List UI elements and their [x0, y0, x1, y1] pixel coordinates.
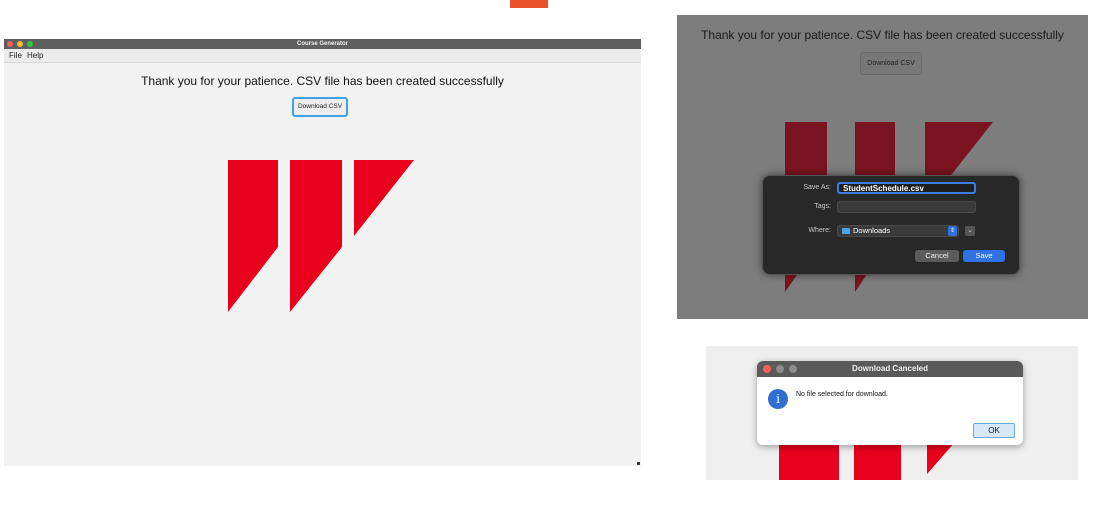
alert-title-bar: Download Canceled: [757, 361, 1023, 377]
where-select-chevron-icon[interactable]: ⇕: [948, 226, 957, 236]
logo-icon: [228, 160, 414, 312]
menu-help[interactable]: Help: [27, 49, 43, 62]
orange-accent-shape: [510, 0, 548, 8]
success-message: Thank you for your patience. CSV file ha…: [141, 74, 504, 88]
canceled-dialog-screenshot: Download Canceled i No file selected for…: [706, 346, 1078, 480]
save-file-dialog: Save As: StudentSchedule.csv Tags: Where…: [762, 175, 1020, 275]
alert-title: Download Canceled: [851, 364, 928, 373]
alert-message: No file selected for download.: [796, 391, 888, 398]
success-message-dimmed: Thank you for your patience. CSV file ha…: [701, 28, 1064, 42]
ok-button[interactable]: OK: [973, 423, 1015, 438]
menu-bar: File Help: [4, 49, 641, 63]
resize-grip[interactable]: [637, 462, 640, 465]
where-value: Downloads: [853, 226, 891, 235]
window-title: Course Generator: [296, 41, 348, 47]
save-as-label: Save As:: [803, 184, 831, 191]
main-window: Course Generator File Help Thank you for…: [4, 39, 641, 466]
title-bar: Course Generator: [4, 39, 641, 49]
download-canceled-alert: Download Canceled i No file selected for…: [757, 361, 1023, 445]
cancel-button[interactable]: Cancel: [915, 250, 959, 262]
info-icon: i: [768, 389, 788, 409]
menu-file[interactable]: File: [9, 49, 22, 62]
where-select[interactable]: Downloads: [837, 225, 959, 237]
download-csv-button[interactable]: Download CSV: [292, 97, 348, 117]
expand-dialog-chevron-icon[interactable]: ⌄: [965, 226, 975, 236]
save-as-input[interactable]: StudentSchedule.csv: [837, 182, 976, 194]
logo-partial-icon: [779, 442, 901, 480]
save-button[interactable]: Save: [963, 250, 1005, 262]
where-label: Where:: [808, 227, 831, 234]
tags-input[interactable]: [837, 201, 976, 213]
save-dialog-screenshot: Thank you for your patience. CSV file ha…: [677, 15, 1088, 319]
download-csv-button-dimmed: Download CSV: [860, 52, 922, 75]
logo-partial-wedge-icon: [927, 442, 955, 474]
folder-icon: [842, 228, 850, 235]
tags-label: Tags:: [814, 203, 831, 210]
